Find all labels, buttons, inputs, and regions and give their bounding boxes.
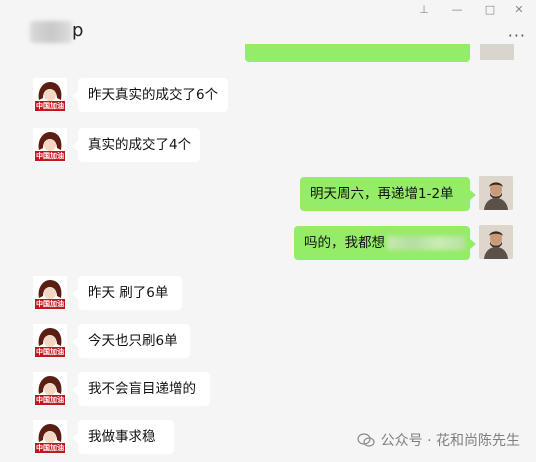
chat-window: p ⊥ — □ ✕ ··· 中国加油 昨天真实的成交了6个 中国加油 真实的成交… (0, 0, 536, 462)
avatar[interactable]: 中国加油 (33, 276, 67, 310)
bubble-tail (470, 239, 476, 249)
bubble-tail (470, 190, 476, 200)
avatar[interactable] (479, 176, 513, 210)
avatar[interactable]: 中国加油 (33, 372, 67, 406)
more-options-icon[interactable]: ··· (508, 28, 526, 44)
wechat-icon (357, 433, 375, 447)
message-bubble[interactable]: 明天周六，再递增1-2单 (300, 177, 470, 211)
message-bubble[interactable]: 真实的成交了4个 (78, 128, 200, 162)
message-bubble[interactable]: 昨天真实的成交了6个 (78, 78, 228, 112)
avatar[interactable] (479, 225, 513, 259)
close-icon[interactable]: ✕ (509, 2, 529, 18)
previous-message-avatar (480, 44, 514, 60)
avatar-caption: 中国加油 (36, 300, 64, 308)
avatar-caption: 中国加油 (36, 348, 64, 356)
message-bubble[interactable]: 吗的，我都想 (294, 226, 470, 260)
avatar[interactable]: 中国加油 (33, 78, 67, 112)
message-bubble[interactable]: 昨天 刷了6单 (78, 276, 182, 310)
maximize-icon[interactable]: □ (480, 2, 500, 18)
avatar-caption: 中国加油 (36, 152, 64, 160)
blurred-title (30, 21, 72, 43)
avatar[interactable]: 中国加油 (33, 324, 67, 358)
message-bubble[interactable]: 我做事求稳 (78, 420, 174, 454)
watermark: 公众号 · 花和尚陈先生 (357, 430, 520, 450)
message-bubble[interactable]: 今天也只刷6单 (78, 324, 190, 358)
chat-title: p (72, 20, 84, 41)
avatar-caption: 中国加油 (36, 396, 64, 404)
pin-icon[interactable]: ⊥ (414, 2, 434, 18)
previous-message-bubble (245, 44, 470, 62)
message-text: 吗的，我都想 (304, 235, 385, 251)
avatar-caption: 中国加油 (36, 102, 64, 110)
avatar-caption: 中国加油 (36, 444, 64, 452)
watermark-text: 公众号 · 花和尚陈先生 (380, 433, 520, 449)
avatar[interactable]: 中国加油 (33, 128, 67, 162)
message-bubble[interactable]: 我不会盲目递增的 (78, 372, 210, 406)
avatar[interactable]: 中国加油 (33, 420, 67, 454)
blurred-text (387, 236, 465, 250)
minimize-icon[interactable]: — (447, 2, 467, 18)
